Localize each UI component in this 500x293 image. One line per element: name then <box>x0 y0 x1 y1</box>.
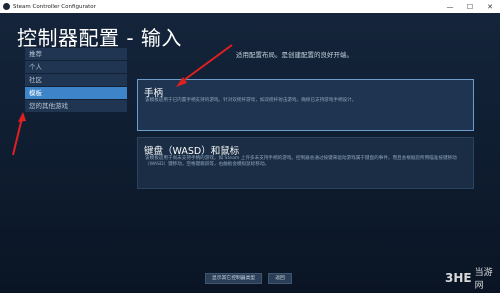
template-card-keyboard-mouse[interactable]: 键盘（WASD）和鼠标 该模板适用于尚未支持手柄的游戏，如 Steam 上许多未… <box>137 137 474 189</box>
bottom-bar: 显示其它控制器类型 返回 <box>205 273 292 284</box>
sidebar-item-recommended[interactable]: 推荐 <box>25 48 127 60</box>
card-title: 手柄 <box>144 88 164 99</box>
maximize-button[interactable]: ☐ <box>460 0 480 13</box>
card-description: 该模板适用于已内置手柄支持的游戏。针对双摇杆游戏，如双摇杆射击游戏，确保已支持游… <box>145 98 357 103</box>
close-button[interactable]: ✕ <box>480 0 500 13</box>
window-controls: — ☐ ✕ <box>440 0 500 13</box>
page-title: 控制器配置 - 输入 <box>17 26 182 50</box>
card-title: 键盘（WASD）和鼠标 <box>144 146 240 157</box>
steam-icon <box>3 3 10 10</box>
watermark-text: 当游网 <box>474 268 493 291</box>
template-hint: 适用配置布局。是创建配置的良好开端。 <box>236 51 353 59</box>
sidebar: 推荐 个人 社区 模板 您的其他游戏 <box>25 48 127 113</box>
window-title: Steam Controller Configurator <box>13 3 96 10</box>
show-other-controllers-button[interactable]: 显示其它控制器类型 <box>205 273 263 284</box>
card-description: 该模板适用于尚未支持手柄的游戏，如 Steam 上许多未支持手柄的游戏。控制器会… <box>145 156 457 168</box>
sidebar-item-templates[interactable]: 模板 <box>25 87 127 99</box>
template-card-gamepad[interactable]: 手柄 该模板适用于已内置手柄支持的游戏。针对双摇杆游戏，如双摇杆射击游戏，确保已… <box>137 79 474 131</box>
site-watermark: 3HE 当游网 <box>445 265 500 291</box>
watermark-logo: 3HE <box>445 271 472 285</box>
window-titlebar: Steam Controller Configurator — ☐ ✕ <box>0 0 500 13</box>
back-button[interactable]: 返回 <box>268 273 292 284</box>
minimize-button[interactable]: — <box>440 0 460 13</box>
sidebar-item-other-games[interactable]: 您的其他游戏 <box>25 100 127 112</box>
sidebar-item-personal[interactable]: 个人 <box>25 61 127 73</box>
sidebar-item-community[interactable]: 社区 <box>25 74 127 86</box>
